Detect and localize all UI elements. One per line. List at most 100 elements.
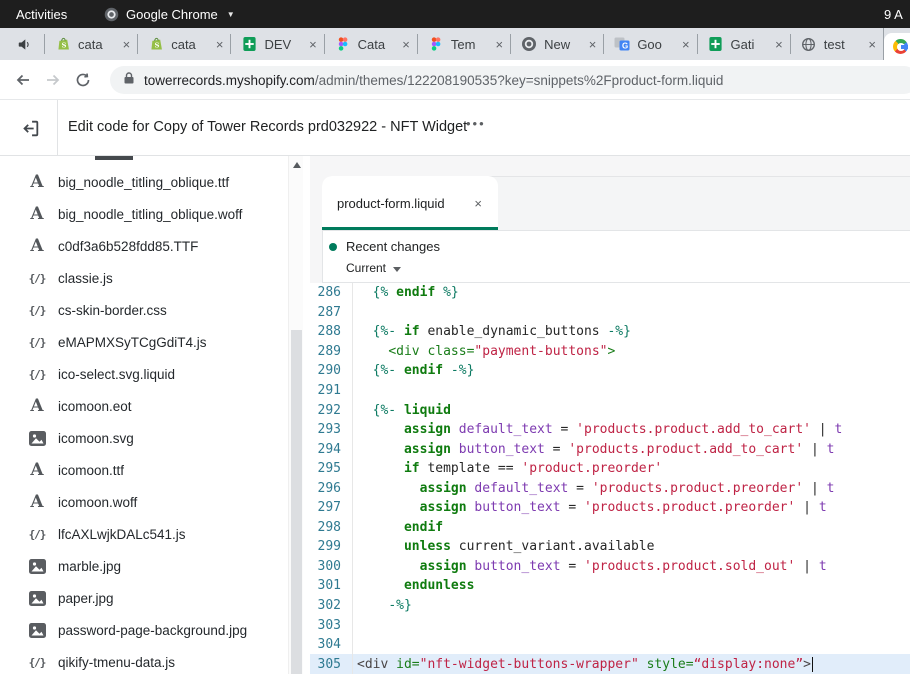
line-number: 299 [310, 537, 353, 557]
code-line-297[interactable]: 297 assign button_text = 'products.produ… [310, 498, 910, 518]
line-content: -%} [353, 596, 412, 616]
file-item-icomoon.ttf[interactable]: Aicomoon.ttf [0, 454, 286, 486]
browser-tab-cata[interactable]: Cata× [324, 34, 417, 54]
shopify-icon: S [55, 36, 71, 52]
chevron-down-icon [393, 267, 401, 272]
file-item-marble.jpg[interactable]: marble.jpg [0, 550, 286, 582]
recent-changes-panel: Recent changes Current [322, 230, 910, 283]
editor-tab-product-form[interactable]: product-form.liquid × [322, 176, 498, 230]
app-menu[interactable]: Google Chrome ▼ [103, 6, 235, 22]
code-line-295[interactable]: 295 if template == 'product.preorder' [310, 459, 910, 479]
google-icon [893, 39, 908, 54]
more-actions-button[interactable]: ••• [466, 116, 486, 131]
version-dropdown[interactable]: Current [346, 261, 401, 275]
file-item-icomoon.eot[interactable]: Aicomoon.eot [0, 390, 286, 422]
editor-tab-strip: product-form.liquid × [322, 176, 910, 230]
page-header: Edit code for Copy of Tower Records prd0… [0, 100, 910, 156]
code-line-293[interactable]: 293 assign default_text = 'products.prod… [310, 420, 910, 440]
line-number: 293 [310, 420, 353, 440]
address-bar[interactable]: towerrecords.myshopify.com/admin/themes/… [110, 66, 910, 94]
code-line-296[interactable]: 296 assign default_text = 'products.prod… [310, 478, 910, 498]
file-item-icomoon.woff[interactable]: Aicomoon.woff [0, 486, 286, 518]
code-line-302[interactable]: 302 -%} [310, 596, 910, 616]
code-line-292[interactable]: 292 {%- liquid [310, 400, 910, 420]
tab-close-icon[interactable]: × [309, 37, 317, 52]
clipped-row-fragment [95, 156, 133, 160]
line-number: 304 [310, 635, 353, 655]
code-line-298[interactable]: 298 endif [310, 518, 910, 538]
code-line-287[interactable]: 287 [310, 303, 910, 323]
line-content: assign button_text = 'products.product.s… [353, 557, 827, 577]
tab-close-icon[interactable]: × [682, 37, 690, 52]
active-browser-tab[interactable] [884, 33, 910, 60]
line-content [353, 381, 357, 401]
line-number: 296 [310, 478, 353, 498]
editor-tab-close-icon[interactable]: × [474, 196, 482, 211]
tab-close-icon[interactable]: × [123, 37, 131, 52]
code-line-290[interactable]: 290 {%- endif -%} [310, 361, 910, 381]
file-item-password-page-background.jpg[interactable]: password-page-background.jpg [0, 614, 286, 646]
file-item-qikify-tmenu-data.js[interactable]: {/}qikify-tmenu-data.js [0, 646, 286, 674]
code-line-289[interactable]: 289 <div class="payment-buttons"> [310, 342, 910, 362]
image-file-icon [26, 559, 48, 574]
code-line-304[interactable]: 304 [310, 635, 910, 655]
browser-tab-cata[interactable]: Scata× [137, 34, 230, 54]
tab-close-icon[interactable]: × [868, 37, 876, 52]
file-item-paper.jpg[interactable]: paper.jpg [0, 582, 286, 614]
back-button[interactable] [8, 70, 38, 90]
code-line-303[interactable]: 303 [310, 615, 910, 635]
line-number: 292 [310, 400, 353, 420]
code-line-300[interactable]: 300 assign button_text = 'products.produ… [310, 557, 910, 577]
exit-code-editor-button[interactable] [18, 116, 42, 140]
app-menu-label: Google Chrome [126, 7, 218, 22]
tab-close-icon[interactable]: × [496, 37, 504, 52]
code-line-299[interactable]: 299 unless current_variant.available [310, 537, 910, 557]
tab-close-icon[interactable]: × [775, 37, 783, 52]
font-file-icon: A [26, 462, 48, 479]
activities-button[interactable]: Activities [10, 5, 73, 24]
code-line-288[interactable]: 288 {%- if enable_dynamic_buttons -%} [310, 322, 910, 342]
file-name: big_noodle_titling_oblique.ttf [58, 175, 229, 190]
browser-tab-new[interactable]: New × [510, 34, 603, 54]
scroll-up-arrow-icon[interactable] [293, 162, 301, 168]
line-content: endif [353, 518, 443, 538]
browser-tab-dev[interactable]: DEV× [230, 34, 323, 54]
file-item-big_noodle_titling_oblique.ttf[interactable]: Abig_noodle_titling_oblique.ttf [0, 166, 286, 198]
code-line-305[interactable]: 305<div id="nft-widget-buttons-wrapper" … [310, 654, 910, 674]
recent-changes-dot-icon [329, 243, 337, 251]
browser-tab-goo[interactable]: GGoo× [603, 34, 696, 54]
sidebar-scrollbar[interactable] [288, 156, 303, 674]
browser-tab-gati[interactable]: Gati× [697, 34, 790, 54]
file-item-cs-skin-border.css[interactable]: {/}cs-skin-border.css [0, 294, 286, 326]
tab-label: cata [78, 37, 116, 52]
file-name: classie.js [58, 271, 113, 286]
file-item-eMAPMXSyTCgGdiT4.js[interactable]: {/}eMAPMXSyTCgGdiT4.js [0, 326, 286, 358]
line-content: assign button_text = 'products.product.a… [353, 439, 834, 459]
line-content: {%- if enable_dynamic_buttons -%} [353, 322, 631, 342]
sheets-icon [241, 36, 257, 52]
browser-tab-cata[interactable]: Scata × [44, 34, 137, 54]
scrollbar-thumb[interactable] [291, 330, 302, 674]
tab-label: New [544, 37, 582, 52]
file-item-c0df3a6b528fdd85.TTF[interactable]: Ac0df3a6b528fdd85.TTF [0, 230, 286, 262]
code-line-294[interactable]: 294 assign button_text = 'products.produ… [310, 439, 910, 459]
browser-tab-tem[interactable]: Tem× [417, 34, 510, 54]
browser-tab-test[interactable]: test× [790, 34, 883, 54]
reload-button[interactable] [68, 71, 98, 89]
line-number: 297 [310, 498, 353, 518]
file-item-lfcAXLwjkDALc541.js[interactable]: {/}lfcAXLwjkDALc541.js [0, 518, 286, 550]
file-item-classie.js[interactable]: {/}classie.js [0, 262, 286, 294]
code-line-301[interactable]: 301 endunless [310, 576, 910, 596]
code-editor[interactable]: 286 {% endif %}287288 {%- if enable_dyna… [310, 283, 910, 674]
file-item-icomoon.svg[interactable]: icomoon.svg [0, 422, 286, 454]
file-sidebar: Abig_noodle_titling_oblique.ttfAbig_nood… [0, 156, 310, 674]
forward-button[interactable] [38, 70, 68, 90]
line-number: 289 [310, 342, 353, 362]
file-item-big_noodle_titling_oblique.woff[interactable]: Abig_noodle_titling_oblique.woff [0, 198, 286, 230]
code-line-286[interactable]: 286 {% endif %} [310, 283, 910, 303]
tab-close-icon[interactable]: × [589, 37, 597, 52]
tab-close-icon[interactable]: × [402, 37, 410, 52]
file-item-ico-select.svg.liquid[interactable]: {/}ico-select.svg.liquid [0, 358, 286, 390]
code-line-291[interactable]: 291 [310, 381, 910, 401]
tab-close-icon[interactable]: × [216, 37, 224, 52]
